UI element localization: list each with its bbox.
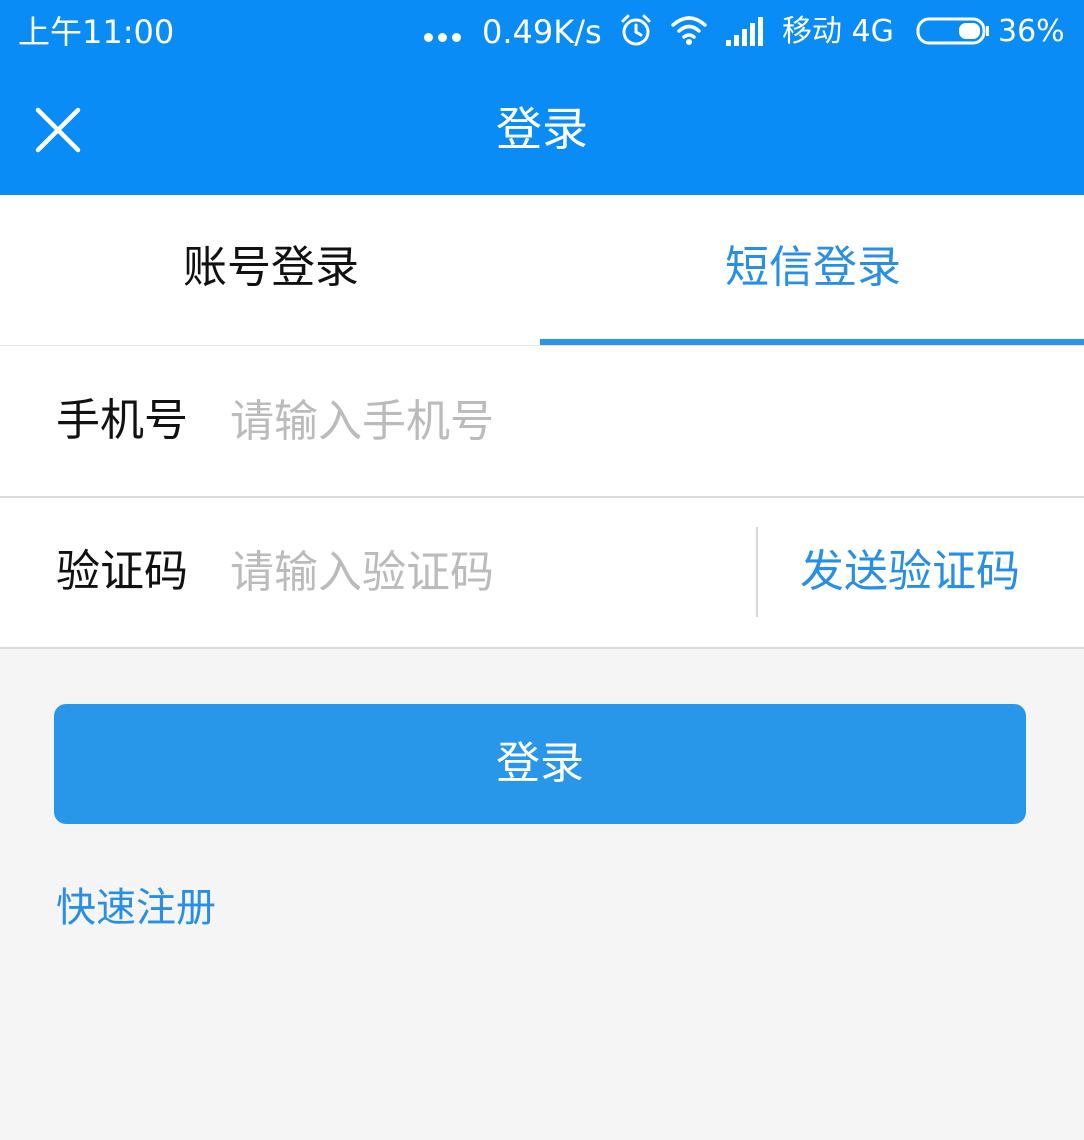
wifi-icon bbox=[671, 16, 707, 45]
divider bbox=[756, 527, 758, 617]
phone-label: 手机号 bbox=[56, 395, 188, 446]
page-title: 登录 bbox=[496, 102, 588, 156]
code-row: 验证码 发送验证码 bbox=[0, 497, 1084, 649]
battery-icon bbox=[916, 17, 989, 45]
carrier-label: 移动 4G bbox=[782, 14, 894, 49]
login-tabs: 账号登录 短信登录 bbox=[0, 195, 1084, 346]
login-form: 手机号 验证码 发送验证码 bbox=[0, 346, 1084, 649]
battery-percent: 36% bbox=[998, 14, 1065, 49]
network-speed: 0.49K/s bbox=[482, 13, 602, 51]
close-button[interactable] bbox=[30, 102, 86, 158]
active-tab-indicator bbox=[540, 339, 1084, 345]
tab-sms-login[interactable]: 短信登录 bbox=[542, 195, 1084, 345]
code-label: 验证码 bbox=[56, 546, 188, 597]
login-button[interactable]: 登录 bbox=[54, 704, 1026, 824]
status-bar: 上午11:00 0.49K/s 移动 4G 36% bbox=[0, 0, 1084, 64]
status-time: 上午11:00 bbox=[18, 13, 175, 51]
quick-register-link[interactable]: 快速注册 bbox=[56, 880, 216, 936]
signal-icon bbox=[726, 17, 763, 46]
send-code-button[interactable]: 发送验证码 bbox=[800, 497, 1020, 647]
title-bar: 登录 bbox=[0, 64, 1084, 195]
tab-account-login[interactable]: 账号登录 bbox=[0, 195, 542, 345]
verification-code-input[interactable] bbox=[230, 537, 730, 607]
close-icon bbox=[35, 107, 81, 153]
phone-row: 手机号 bbox=[0, 346, 1084, 498]
alarm-icon bbox=[621, 14, 651, 46]
more-dots-icon bbox=[424, 33, 461, 42]
phone-input[interactable] bbox=[230, 386, 730, 456]
